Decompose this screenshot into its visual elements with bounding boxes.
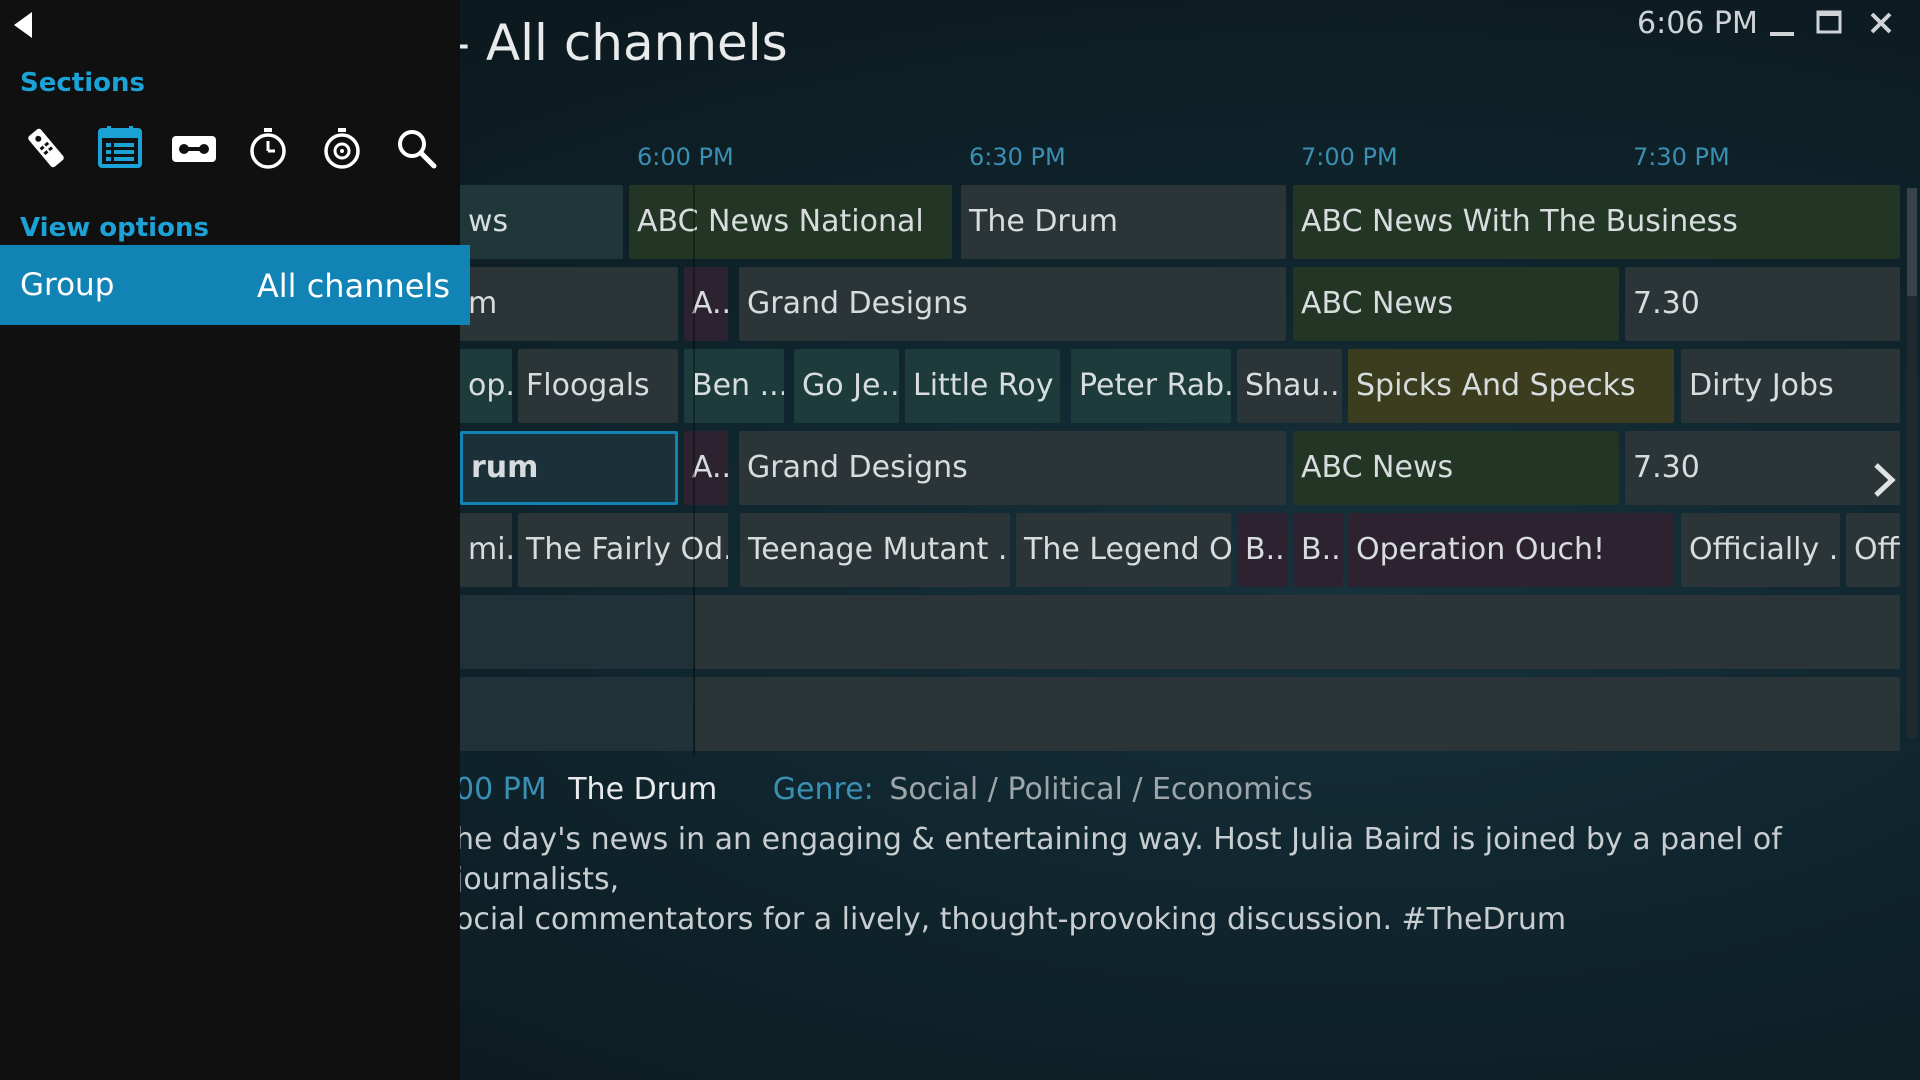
group-selector[interactable]: Group All channels [0, 245, 470, 325]
programme-cell[interactable]: Peter Rab... [1071, 349, 1231, 423]
programme-cell[interactable]: ABC News National [629, 185, 952, 259]
programme-cell[interactable]: B... [1237, 513, 1287, 587]
timer-rules-button[interactable] [316, 122, 368, 174]
programme-cell[interactable]: Officially ... [1681, 513, 1840, 587]
programme-cell[interactable]: mi... [460, 513, 512, 587]
programme-cell[interactable]: B... [1293, 513, 1343, 587]
programme-cell[interactable]: ws [460, 185, 623, 259]
programme-cell[interactable]: Teenage Mutant ... [740, 513, 1010, 587]
now-line [693, 185, 695, 755]
channel-row: op... Floogals Ben ... Go Je... Little R… [460, 349, 1900, 425]
search-button[interactable] [390, 122, 442, 174]
channel-row: mi... The Fairly Od... Teenage Mutant ..… [460, 513, 1900, 589]
description-line: he day's news in an engaging & entertain… [455, 822, 1782, 897]
remote-icon [28, 128, 64, 168]
time-label: 7:30 PM [1633, 143, 1730, 171]
channel-row [460, 595, 1900, 671]
group-value: All channels [256, 267, 450, 305]
programme-cell[interactable]: 7.30 [1625, 267, 1900, 341]
minimize-button[interactable] [1762, 4, 1802, 44]
info-time: 00 PM [455, 772, 547, 807]
channel-row [460, 677, 1900, 753]
info-title: The Drum [568, 772, 718, 807]
time-label: 7:00 PM [1301, 143, 1398, 171]
scrollbar[interactable] [1907, 188, 1917, 738]
scrollbar-thumb[interactable] [1907, 188, 1917, 296]
chevron-right-icon [1874, 463, 1896, 497]
close-icon [1870, 12, 1892, 34]
guide-icon [98, 126, 142, 168]
programme-cell[interactable]: Grand Designs [739, 431, 1286, 505]
programme-cell[interactable]: Ben ... [684, 349, 784, 423]
programme-cell[interactable] [695, 595, 1900, 669]
recordings-icon [172, 136, 216, 162]
channels-button[interactable] [20, 122, 72, 174]
clock: 6:06 PM [1637, 6, 1758, 41]
channel-row: ws ABC News National The Drum ABC News W… [460, 185, 1900, 261]
description-line: ocial commentators for a lively, thought… [455, 902, 1567, 937]
programme-cell[interactable]: The Drum [961, 185, 1286, 259]
view-options-heading: View options [20, 213, 209, 243]
programme-cell[interactable]: ABC News [1293, 431, 1619, 505]
sections-heading: Sections [20, 68, 145, 98]
info-genre-label: Genre: [772, 772, 874, 807]
close-button[interactable] [1862, 4, 1902, 44]
maximize-button[interactable] [1810, 4, 1850, 44]
channel-row: rum A... Grand Designs ABC News 7.30 [460, 431, 1900, 507]
programme-info: 00 PM The Drum Genre: Social / Political… [455, 772, 1313, 807]
next-page-button[interactable] [1864, 455, 1904, 505]
epg-grid: ws ABC News National The Drum ABC News W… [460, 185, 1900, 755]
programme-cell[interactable]: A... [684, 431, 728, 505]
channel-row: m A... Grand Designs ABC News 7.30 [460, 267, 1900, 343]
programme-cell[interactable]: The Fairly Od... [518, 513, 728, 587]
page-title: - All channels [452, 14, 788, 72]
search-icon [398, 130, 437, 169]
guide-button[interactable] [94, 122, 146, 174]
programme-cell[interactable]: Grand Designs [739, 267, 1286, 341]
side-panel: Sections View options Group All channels [0, 0, 470, 1080]
time-label: 6:30 PM [969, 143, 1066, 171]
programme-cell[interactable]: op... [460, 349, 512, 423]
programme-cell[interactable] [460, 595, 694, 669]
time-ruler: 6:00 PM 6:30 PM 7:00 PM 7:30 PM [460, 143, 1900, 173]
programme-cell[interactable]: m [460, 267, 678, 341]
group-label: Group [20, 267, 115, 303]
programme-cell-focused[interactable]: rum [460, 431, 678, 505]
programme-cell[interactable]: Dirty Jobs [1681, 349, 1900, 423]
programme-cell[interactable]: Floogals [518, 349, 678, 423]
maximize-icon [1816, 10, 1842, 34]
programme-cell[interactable]: A... [684, 267, 728, 341]
app-root: - All channels 6:06 PM 6:00 PM 6:30 PM 7… [0, 0, 1920, 1080]
minimize-icon [1770, 32, 1794, 36]
programme-cell[interactable]: Offi [1846, 513, 1900, 587]
programme-cell[interactable]: Little Roy [905, 349, 1060, 423]
recordings-button[interactable] [168, 122, 220, 174]
programme-cell[interactable]: Go Je... [794, 349, 899, 423]
programme-cell[interactable]: ABC News With The Business [1293, 185, 1900, 259]
back-arrow-icon [14, 12, 32, 38]
timers-button[interactable] [242, 122, 294, 174]
info-description: he day's news in an engaging & entertain… [455, 820, 1895, 940]
programme-cell[interactable] [695, 677, 1900, 751]
programme-cell[interactable]: Operation Ouch! [1348, 513, 1674, 587]
programme-cell[interactable]: The Legend O... [1016, 513, 1231, 587]
programme-cell[interactable]: ABC News [1293, 267, 1619, 341]
programme-cell[interactable] [460, 677, 694, 751]
timer-rules-icon [324, 128, 360, 169]
programme-cell[interactable]: Shau... [1237, 349, 1342, 423]
back-button[interactable] [8, 8, 38, 42]
programme-cell[interactable]: 7.30 [1625, 431, 1900, 505]
time-label: 6:00 PM [637, 143, 734, 171]
info-genre: Social / Political / Economics [889, 772, 1313, 807]
programme-cell[interactable]: Spicks And Specks [1348, 349, 1674, 423]
timer-icon [250, 128, 286, 169]
